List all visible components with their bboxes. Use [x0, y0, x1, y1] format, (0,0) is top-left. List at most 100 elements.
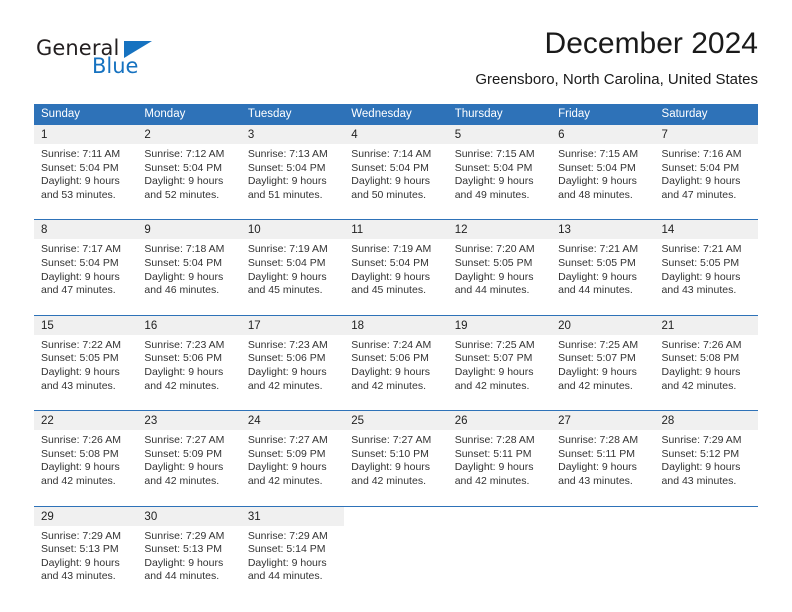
daylight-text-line2: and 42 minutes. [454, 379, 530, 392]
day-number-band: 21 [654, 315, 758, 335]
calendar-day-cell[interactable]: 3 Sunrise: 7:13 AM Sunset: 5:04 PM Daylight… [240, 125, 345, 211]
weekday-header-wednesday: Wednesday [351, 108, 412, 120]
daylight-text-line2: and 42 minutes. [144, 379, 220, 392]
calendar-day-cell[interactable]: 14 Sunrise: 7:21 AM Sunset: 5:05 PM Dayligh… [654, 220, 758, 306]
day-number-band: 3 [240, 125, 345, 144]
sunset-text: Sunset: 5:04 PM [661, 161, 740, 174]
day-number: 31 [247, 510, 261, 523]
day-details: Sunrise: 7:23 AM Sunset: 5:06 PM Daylight:… [241, 335, 344, 401]
calendar-day-cell[interactable]: 15 Sunrise: 7:22 AM Sunset: 5:05 PM Dayligh… [34, 315, 138, 402]
daylight-text-line1: Daylight: 9 hours [454, 365, 534, 378]
calendar-day-cell[interactable]: 24 Sunrise: 7:27 AM Sunset: 5:09 PM Dayligh… [240, 411, 345, 497]
calendar-day-cell-empty [344, 506, 448, 592]
sunset-text: Sunset: 5:09 PM [144, 447, 223, 460]
daylight-text-line1: Daylight: 9 hours [247, 365, 327, 378]
daylight-text-line2: and 49 minutes. [454, 188, 530, 201]
calendar-day-cell[interactable]: 9 Sunrise: 7:18 AM Sunset: 5:04 PM Daylight… [137, 220, 241, 306]
daylight-text-line2: and 42 minutes. [41, 474, 116, 487]
calendar-day-cell[interactable]: 30 Sunrise: 7:29 AM Sunset: 5:13 PM Dayligh… [137, 506, 241, 592]
day-details: Sunrise: 7:19 AM Sunset: 5:04 PM Daylight:… [344, 239, 447, 305]
sunrise-text: Sunrise: 7:28 AM [558, 434, 639, 447]
calendar-day-cell[interactable]: 28 Sunrise: 7:29 AM Sunset: 5:12 PM Dayligh… [654, 411, 758, 497]
day-details: Sunrise: 7:22 AM Sunset: 5:05 PM Daylight:… [34, 335, 137, 401]
sunset-text: Sunset: 5:04 PM [41, 161, 119, 174]
daylight-text-line1: Daylight: 9 hours [661, 461, 741, 474]
day-details: Sunrise: 7:18 AM Sunset: 5:04 PM Daylight:… [137, 239, 240, 305]
day-details: Sunrise: 7:17 AM Sunset: 5:04 PM Daylight:… [34, 239, 137, 305]
calendar-day-cell[interactable]: 10 Sunrise: 7:19 AM Sunset: 5:04 PM Dayligh… [240, 220, 345, 306]
calendar-day-cell[interactable]: 16 Sunrise: 7:23 AM Sunset: 5:06 PM Dayligh… [137, 315, 241, 402]
daylight-text-line2: and 47 minutes. [661, 188, 737, 201]
day-number-band: 7 [654, 125, 758, 144]
calendar-day-cell[interactable]: 23 Sunrise: 7:27 AM Sunset: 5:09 PM Dayligh… [137, 411, 241, 497]
calendar-day-cell[interactable]: 7 Sunrise: 7:16 AM Sunset: 5:04 PM Daylight… [654, 125, 758, 211]
calendar-day-cell[interactable]: 4 Sunrise: 7:14 AM Sunset: 5:04 PM Daylight… [344, 125, 448, 211]
calendar-day-cell[interactable]: 29 Sunrise: 7:29 AM Sunset: 5:13 PM Dayligh… [34, 506, 138, 592]
daylight-text-line1: Daylight: 9 hours [454, 175, 534, 188]
day-number-band: 12 [447, 220, 552, 240]
calendar-week-row: 1 Sunrise: 7:11 AM Sunset: 5:04 PM Daylight… [34, 125, 758, 211]
day-details: Sunrise: 7:29 AM Sunset: 5:13 PM Daylight:… [34, 526, 137, 592]
day-number-band: 14 [654, 220, 758, 240]
day-number: 24 [247, 415, 261, 428]
daylight-text-line1: Daylight: 9 hours [351, 175, 431, 188]
day-number-band: 23 [137, 411, 241, 431]
daylight-text-line2: and 44 minutes. [247, 570, 323, 583]
general-blue-logo[interactable]: General Blue [36, 36, 216, 84]
calendar-week-row: 22 Sunrise: 7:26 AM Sunset: 5:08 PM Dayligh… [34, 410, 758, 497]
sunset-text: Sunset: 5:14 PM [247, 543, 326, 556]
day-number: 17 [247, 319, 261, 332]
calendar-day-cell[interactable]: 5 Sunrise: 7:15 AM Sunset: 5:04 PM Daylight… [447, 125, 552, 211]
day-number-band: 24 [240, 411, 345, 431]
sunrise-text: Sunrise: 7:28 AM [454, 434, 535, 447]
calendar-day-cell[interactable]: 20 Sunrise: 7:25 AM Sunset: 5:07 PM Dayligh… [551, 315, 655, 402]
daylight-text-line2: and 44 minutes. [454, 284, 530, 297]
calendar-day-cell[interactable]: 19 Sunrise: 7:25 AM Sunset: 5:07 PM Dayligh… [447, 315, 552, 402]
sunrise-text: Sunrise: 7:11 AM [41, 148, 121, 160]
daylight-text-line2: and 42 minutes. [247, 474, 323, 487]
calendar-week-row: 15 Sunrise: 7:22 AM Sunset: 5:05 PM Dayligh… [34, 314, 758, 402]
sunset-text: Sunset: 5:12 PM [661, 447, 740, 460]
sunset-text: Sunset: 5:13 PM [144, 543, 223, 556]
calendar-day-cell[interactable]: 6 Sunrise: 7:15 AM Sunset: 5:04 PM Daylight… [551, 125, 655, 211]
calendar-day-cell[interactable]: 18 Sunrise: 7:24 AM Sunset: 5:06 PM Dayligh… [344, 315, 448, 402]
day-number-band: 30 [137, 506, 241, 526]
sunset-text: Sunset: 5:05 PM [661, 256, 740, 269]
calendar-day-cell[interactable]: 22 Sunrise: 7:26 AM Sunset: 5:08 PM Dayligh… [34, 411, 138, 497]
daylight-text-line1: Daylight: 9 hours [247, 461, 327, 474]
sunset-text: Sunset: 5:04 PM [558, 161, 636, 174]
day-details: Sunrise: 7:27 AM Sunset: 5:10 PM Daylight:… [344, 430, 447, 496]
calendar-day-cell[interactable]: 1 Sunrise: 7:11 AM Sunset: 5:04 PM Daylight… [34, 125, 138, 211]
day-number-band: 16 [137, 315, 241, 335]
sunrise-text: Sunrise: 7:27 AM [144, 434, 225, 447]
calendar-day-cell[interactable]: 25 Sunrise: 7:27 AM Sunset: 5:10 PM Dayligh… [344, 411, 448, 497]
calendar-page: General Blue December 2024 Greensboro, N… [0, 0, 792, 612]
daylight-text-line2: and 45 minutes. [247, 284, 323, 297]
day-number-band: 18 [344, 315, 448, 335]
sunrise-text: Sunrise: 7:19 AM [247, 243, 328, 256]
day-details: Sunrise: 7:21 AM Sunset: 5:05 PM Daylight:… [551, 239, 654, 305]
daylight-text-line2: and 46 minutes. [144, 284, 220, 297]
calendar-day-cell[interactable]: 8 Sunrise: 7:17 AM Sunset: 5:04 PM Daylight… [34, 220, 138, 306]
calendar-day-cell[interactable]: 31 Sunrise: 7:29 AM Sunset: 5:14 PM Dayligh… [240, 506, 345, 592]
day-number-band: 9 [137, 220, 241, 240]
calendar-day-cell[interactable]: 13 Sunrise: 7:21 AM Sunset: 5:05 PM Dayligh… [551, 220, 655, 306]
day-number: 2 [144, 129, 151, 141]
calendar-day-cell[interactable]: 27 Sunrise: 7:28 AM Sunset: 5:11 PM Dayligh… [551, 411, 655, 497]
calendar-day-cell[interactable]: 12 Sunrise: 7:20 AM Sunset: 5:05 PM Dayligh… [447, 220, 552, 306]
day-details [551, 526, 654, 580]
day-number-band: 29 [34, 506, 138, 526]
calendar-grid: Sunday Monday Tuesday Wednesday Thursday Frid… [34, 104, 758, 592]
sunrise-text: Sunrise: 7:18 AM [144, 243, 225, 256]
calendar-day-cell[interactable]: 2 Sunrise: 7:12 AM Sunset: 5:04 PM Daylight… [137, 125, 241, 211]
calendar-day-cell[interactable]: 21 Sunrise: 7:26 AM Sunset: 5:08 PM Dayligh… [654, 315, 758, 402]
calendar-day-cell[interactable]: 11 Sunrise: 7:19 AM Sunset: 5:04 PM Dayligh… [344, 220, 448, 306]
day-number: 9 [144, 224, 151, 237]
calendar-day-cell[interactable]: 26 Sunrise: 7:28 AM Sunset: 5:11 PM Dayligh… [447, 411, 552, 497]
day-details: Sunrise: 7:15 AM Sunset: 5:04 PM Daylight:… [551, 144, 654, 210]
daylight-text-line1: Daylight: 9 hours [41, 556, 120, 569]
day-number-band: 26 [447, 411, 552, 431]
day-details [448, 526, 551, 580]
calendar-day-cell[interactable]: 17 Sunrise: 7:23 AM Sunset: 5:06 PM Dayligh… [240, 315, 345, 402]
sunset-text: Sunset: 5:08 PM [41, 447, 119, 460]
